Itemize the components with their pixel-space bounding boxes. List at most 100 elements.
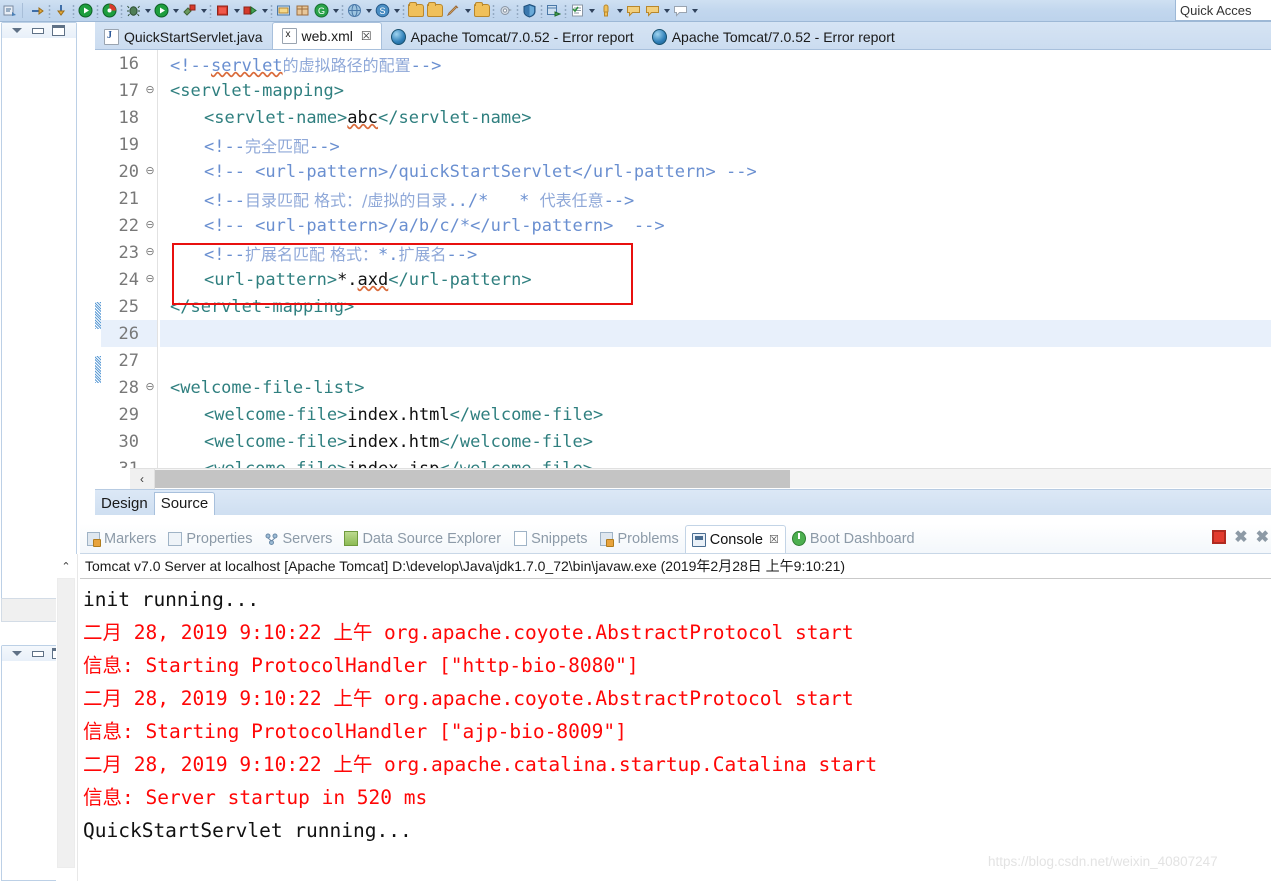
fold-toggle-icon[interactable]: ⊖: [143, 239, 157, 266]
folder-icon[interactable]: [473, 2, 490, 19]
code-line[interactable]: 20 ⊖ <!-- <url-pattern>/quickStartServlet<…: [95, 158, 1271, 185]
view-tab-data-source-explorer[interactable]: Data Source Explorer: [338, 526, 507, 552]
view-menu-icon[interactable]: [10, 25, 23, 36]
scroll-left-button[interactable]: ‹: [130, 468, 155, 489]
chevron-down-icon[interactable]: [364, 3, 373, 19]
fold-toggle-icon[interactable]: ⊖: [143, 374, 157, 401]
quick-access-label: Quick Acces: [1180, 2, 1252, 18]
console-panel[interactable]: Tomcat v7.0 Server at localhost [Apache …: [80, 554, 1271, 881]
remove-all-terminated-button[interactable]: ✖: [1256, 527, 1269, 547]
code-line[interactable]: 23 ⊖ <!--扩展名匹配 格式：*.扩展名-->: [95, 239, 1271, 266]
code-editor[interactable]: 16 <!--servlet的虚拟路径的配置--> 17 ⊖ <servlet-mapp…: [95, 50, 1271, 468]
run-green-icon[interactable]: [153, 2, 170, 19]
open-type-icon[interactable]: [275, 2, 292, 19]
minimize-icon[interactable]: [31, 25, 44, 36]
chevron-down-icon[interactable]: [171, 3, 180, 19]
key-icon[interactable]: [597, 2, 614, 19]
view-tab-console[interactable]: Console ☒: [684, 525, 786, 553]
view-tab-label: Data Source Explorer: [362, 530, 502, 547]
scrollbar-thumb[interactable]: [57, 578, 75, 868]
close-icon[interactable]: ☒: [769, 533, 779, 546]
code-line[interactable]: 18 <servlet-name>abc</servlet-name>: [95, 104, 1271, 131]
code-line[interactable]: 22 ⊖ <!-- <url-pattern>/a/b/c/*</url-patte…: [95, 212, 1271, 239]
code-line[interactable]: 24 ⊖ <url-pattern>*.axd</url-pattern>: [95, 266, 1271, 293]
open-folder-icon[interactable]: [407, 2, 424, 19]
code-line[interactable]: 26: [95, 320, 1271, 347]
editor-horizontal-scrollbar[interactable]: ‹: [130, 468, 1271, 489]
remove-launch-button[interactable]: ✖: [1234, 527, 1247, 547]
editor-mode-tab-source[interactable]: Source: [153, 492, 216, 515]
view-tab-properties[interactable]: Properties: [162, 526, 258, 552]
chevron-down-icon[interactable]: [463, 3, 472, 19]
view-tab-boot-dashboard[interactable]: Boot Dashboard: [786, 526, 921, 552]
chevron-down-icon[interactable]: [143, 3, 152, 19]
toolbar-dots: [96, 3, 99, 18]
code-line[interactable]: 19 <!--完全匹配-->: [95, 131, 1271, 158]
checklist-icon[interactable]: [569, 2, 586, 19]
code-line[interactable]: 30 <welcome-file>index.htm</welcome-file>: [95, 428, 1271, 455]
chevron-down-icon[interactable]: [331, 3, 340, 19]
fold-toggle-icon[interactable]: ⊖: [143, 212, 157, 239]
chevron-down-icon[interactable]: [615, 3, 624, 19]
view-tab-servers[interactable]: Servers: [258, 526, 338, 552]
view-tab-problems[interactable]: Problems: [594, 526, 685, 552]
step-over-icon[interactable]: [29, 2, 46, 19]
step-into-icon[interactable]: [53, 2, 70, 19]
code-line[interactable]: 16 <!--servlet的虚拟路径的配置-->: [95, 50, 1271, 77]
run-icon[interactable]: [77, 2, 94, 19]
browser-icon[interactable]: [346, 2, 363, 19]
coverage-icon[interactable]: [101, 2, 118, 19]
debug-bug-icon[interactable]: [125, 2, 142, 19]
settings-icon[interactable]: [497, 2, 514, 19]
chevron-down-icon[interactable]: [260, 3, 269, 19]
code-line[interactable]: 27: [95, 347, 1271, 374]
code-line[interactable]: 28 ⊖ <welcome-file-list>: [95, 374, 1271, 401]
quick-access-field[interactable]: Quick Acces: [1175, 0, 1271, 21]
editor-tab-3[interactable]: Apache Tomcat/7.0.52 - Error report: [643, 24, 904, 49]
view-tab-markers[interactable]: Markers: [80, 526, 162, 552]
code-line[interactable]: 25 </servlet-mapping>: [95, 293, 1271, 320]
fold-toggle-icon[interactable]: ⊖: [143, 158, 157, 185]
terminate-icon[interactable]: [214, 2, 231, 19]
scrollbar-thumb[interactable]: [155, 469, 790, 488]
view-tab-snippets[interactable]: Snippets: [507, 526, 593, 552]
minimize-icon[interactable]: [31, 648, 44, 659]
search-icon[interactable]: S: [374, 2, 391, 19]
shield-icon[interactable]: [521, 2, 538, 19]
terminate-button[interactable]: [1212, 530, 1227, 544]
chevron-down-icon[interactable]: [662, 3, 671, 19]
close-icon[interactable]: ☒: [361, 29, 372, 43]
code-line-text: <url-pattern>*.axd</url-pattern>: [160, 270, 532, 290]
code-line[interactable]: 31 <welcome-file>index.jsp</welcome-file>: [95, 455, 1271, 468]
new-package-icon[interactable]: [294, 2, 311, 19]
console-vertical-scrollbar[interactable]: ⌃: [56, 554, 78, 881]
debug-icon[interactable]: [1, 2, 18, 19]
perspective-icon[interactable]: [545, 2, 562, 19]
editor-tab-0[interactable]: QuickStartServlet.java: [95, 24, 272, 49]
open-resource-icon[interactable]: [426, 2, 443, 19]
chevron-down-icon[interactable]: [587, 3, 596, 19]
fold-toggle-icon[interactable]: ⊖: [143, 77, 157, 104]
editor-tab-2[interactable]: Apache Tomcat/7.0.52 - Error report: [382, 24, 643, 49]
chevron-down-icon[interactable]: [690, 3, 699, 19]
chevron-down-icon[interactable]: [199, 3, 208, 19]
chevron-down-icon[interactable]: [392, 3, 401, 19]
editor-tab-1[interactable]: web.xml ☒: [271, 22, 382, 49]
run-last-icon[interactable]: [242, 2, 259, 19]
git-icon[interactable]: G: [313, 2, 330, 19]
run-external-icon[interactable]: [181, 2, 198, 19]
code-line[interactable]: 21 <!--目录匹配 格式：/虚拟的目录../* * 代表任意-->: [95, 185, 1271, 212]
line-number: 22: [118, 215, 139, 236]
code-line[interactable]: 29 <welcome-file>index.html</welcome-file…: [95, 401, 1271, 428]
code-line[interactable]: 17 ⊖ <servlet-mapping>: [95, 77, 1271, 104]
comment-icon[interactable]: [625, 2, 642, 19]
editor-mode-tab-design[interactable]: Design: [95, 493, 154, 515]
comment2-icon[interactable]: [644, 2, 661, 19]
fold-toggle-icon[interactable]: ⊖: [143, 266, 157, 293]
edit-pencil-icon[interactable]: [445, 2, 462, 19]
scroll-up-button[interactable]: ⌃: [57, 556, 75, 576]
callout-icon[interactable]: [672, 2, 689, 19]
chevron-down-icon[interactable]: [232, 3, 241, 19]
view-menu-icon[interactable]: [10, 648, 23, 659]
maximize-icon[interactable]: [52, 25, 65, 36]
